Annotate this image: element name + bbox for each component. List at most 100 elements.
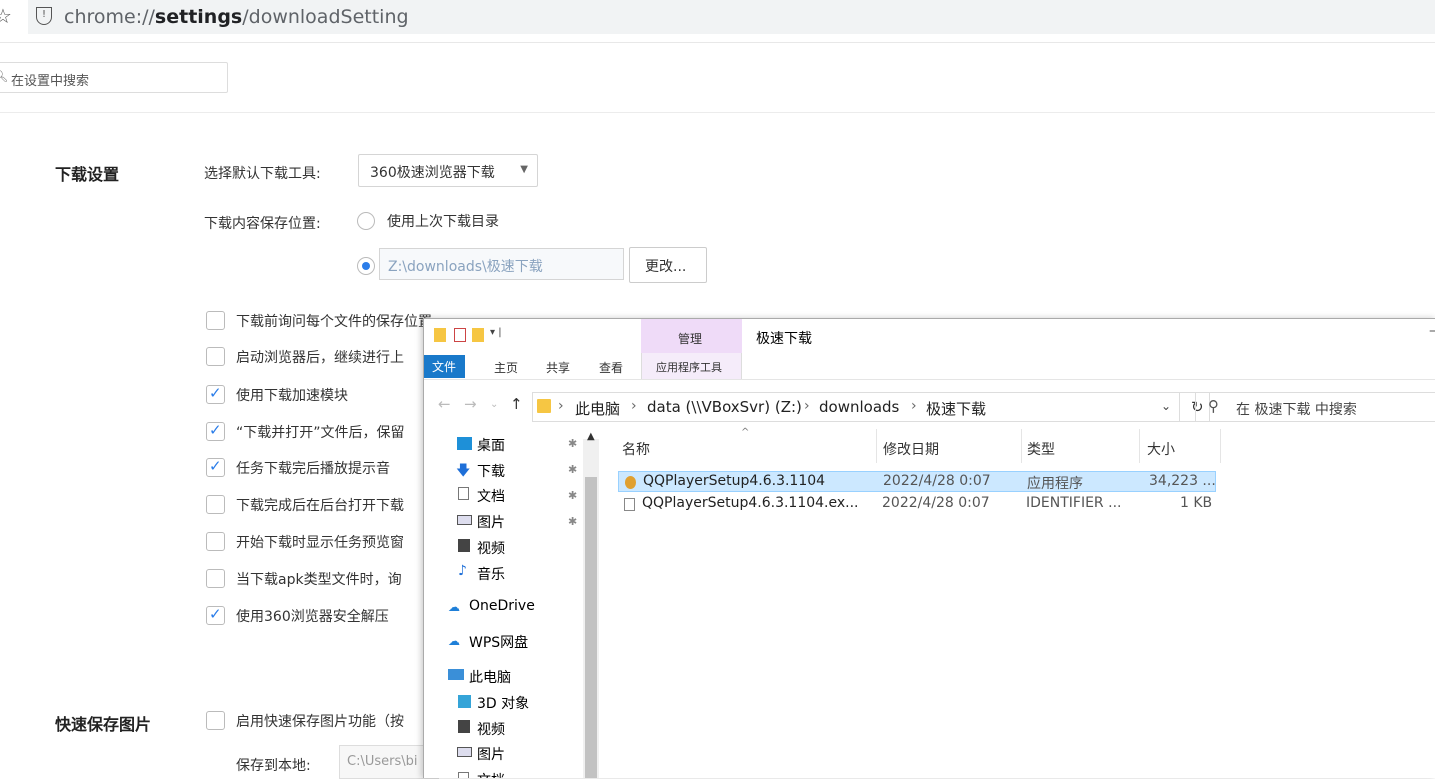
option-checkbox-resume[interactable]: [206, 347, 225, 366]
nav-item-downloads[interactable]: 下载: [477, 461, 505, 481]
column-header-type[interactable]: 类型: [1027, 439, 1055, 459]
option-checkbox-apk[interactable]: [206, 569, 225, 588]
custom-dir-radio[interactable]: [357, 257, 375, 275]
nav-item-music[interactable]: 音乐: [477, 564, 505, 584]
option-checkbox-safe-unzip[interactable]: [206, 605, 225, 625]
file-type: IDENTIFIER ...: [1026, 495, 1122, 511]
save-location-label: 下载内容保存位置:: [204, 216, 321, 232]
new-folder-icon[interactable]: [472, 328, 484, 342]
file-row[interactable]: QQPlayerSetup4.6.3.1104.ex... 2022/4/28 …: [618, 494, 1216, 515]
nav-item-3d-objects[interactable]: 3D 对象: [477, 693, 529, 713]
ribbon-tab-file-label: 文件: [432, 360, 457, 374]
column-header-name[interactable]: 名称: [622, 439, 650, 459]
chevron-right-icon[interactable]: ›: [911, 398, 917, 414]
url-host: settings: [154, 6, 243, 28]
nav-item-pictures-pc[interactable]: 图片: [477, 744, 505, 764]
chevron-right-icon[interactable]: ›: [804, 398, 810, 414]
pin-icon[interactable]: ✱: [568, 463, 577, 476]
column-divider[interactable]: [876, 429, 877, 463]
column-divider[interactable]: [1021, 429, 1022, 463]
properties-icon[interactable]: [454, 328, 466, 342]
manage-tab[interactable]: 管理: [641, 319, 742, 353]
default-tool-select[interactable]: 360极速浏览器下载 ▼: [358, 154, 538, 187]
pin-icon[interactable]: ✱: [568, 515, 577, 528]
chevron-down-icon[interactable]: ⌄: [1161, 399, 1171, 413]
nav-item-documents[interactable]: 文档: [477, 486, 505, 506]
quick-save-checkbox[interactable]: [206, 711, 225, 730]
option-label-resume: 启动浏览器后，继续进行上: [236, 350, 404, 366]
column-header-date[interactable]: 修改日期: [883, 439, 939, 459]
chevron-right-icon[interactable]: ›: [631, 398, 637, 414]
address-breadcrumb[interactable]: › 此电脑 › data (\\VBoxSvr) (Z:) › download…: [532, 392, 1180, 422]
quick-access-dropdown-icon[interactable]: ▾ |: [490, 327, 502, 338]
url-prefix: chrome://: [64, 6, 155, 28]
up-arrow-icon[interactable]: ↑: [510, 395, 523, 413]
quick-save-title: 快速保存图片: [55, 715, 152, 734]
app-tools-label: 应用程序工具: [656, 361, 722, 374]
ribbon-tab-home[interactable]: 主页: [494, 359, 518, 376]
ribbon-tab-view[interactable]: 查看: [599, 359, 623, 376]
column-header-size[interactable]: 大小: [1147, 439, 1175, 459]
option-checkbox-ask-location[interactable]: [206, 311, 225, 330]
file-date: 2022/4/28 0:07: [882, 495, 990, 511]
ribbon-bar: [424, 353, 1435, 380]
nav-item-this-pc[interactable]: 此电脑: [469, 667, 511, 687]
pin-icon[interactable]: ✱: [568, 489, 577, 502]
column-divider[interactable]: [1220, 429, 1221, 463]
breadcrumb-downloads[interactable]: downloads: [819, 398, 899, 416]
nav-scrollbar-thumb[interactable]: [585, 477, 597, 778]
save-local-label: 保存到本地:: [236, 758, 311, 774]
option-checkbox-open-background[interactable]: [206, 495, 225, 514]
site-info-icon[interactable]: !: [36, 7, 52, 25]
documents-icon: [458, 772, 469, 778]
forward-arrow-icon[interactable]: →: [464, 395, 477, 413]
explorer-titlebar[interactable]: ▾ | 管理 极速下载 –: [424, 319, 1435, 353]
download-settings-title: 下载设置: [55, 165, 120, 184]
bookmark-star-icon[interactable]: ☆: [0, 4, 12, 28]
option-label-apk: 当下载apk类型文件时，询: [236, 572, 402, 588]
qqplayer-app-icon: [625, 476, 636, 489]
url-text[interactable]: chrome://settings/downloadSetting: [64, 6, 409, 28]
desktop-icon: [457, 437, 472, 450]
back-arrow-icon[interactable]: ←: [438, 395, 451, 413]
manage-tab-label: 管理: [678, 332, 703, 346]
nav-item-pictures[interactable]: 图片: [477, 512, 505, 532]
nav-item-videos[interactable]: 视频: [477, 538, 505, 558]
videos-icon: [458, 539, 470, 552]
ribbon-tab-file[interactable]: 文件: [424, 355, 465, 378]
column-divider[interactable]: [1139, 429, 1140, 463]
nav-item-wps[interactable]: WPS网盘: [469, 632, 528, 652]
file-explorer-window[interactable]: ▾ | 管理 极速下载 – 文件 主页 共享 查看 应用程序工具 ← → ⌄ ↑…: [423, 318, 1435, 778]
breadcrumb-this-pc[interactable]: 此电脑: [575, 398, 620, 419]
wps-cloud-icon: ☁: [448, 634, 460, 648]
breadcrumb-drive[interactable]: data (\\VBoxSvr) (Z:): [647, 398, 802, 416]
generic-file-icon: [624, 498, 635, 511]
ribbon-tab-app-tools[interactable]: 应用程序工具: [641, 353, 742, 379]
file-size: 34,223 ...: [1149, 473, 1216, 489]
breadcrumb-current[interactable]: 极速下载: [926, 398, 986, 419]
3d-objects-icon: [458, 695, 471, 708]
file-row[interactable]: QQPlayerSetup4.6.3.1104 2022/4/28 0:07 应…: [618, 471, 1216, 492]
option-checkbox-accelerate[interactable]: [206, 384, 225, 404]
scroll-up-arrow-icon[interactable]: ▲: [587, 431, 595, 442]
chevron-right-icon[interactable]: ›: [558, 398, 564, 414]
option-label-sound: 任务下载完后播放提示音: [236, 461, 390, 477]
option-checkbox-keep-after-open[interactable]: [206, 421, 225, 441]
use-last-dir-radio[interactable]: [357, 212, 375, 230]
explorer-search-input[interactable]: ⚲ 在 极速下载 中搜索: [1195, 392, 1435, 422]
minimize-icon[interactable]: –: [1429, 323, 1435, 339]
nav-item-videos-pc[interactable]: 视频: [477, 719, 505, 739]
nav-item-desktop[interactable]: 桌面: [477, 435, 505, 455]
change-path-button[interactable]: 更改...: [629, 247, 707, 283]
pin-icon[interactable]: ✱: [568, 437, 577, 450]
nav-item-onedrive[interactable]: OneDrive: [469, 598, 535, 614]
settings-search-input[interactable]: 🔍︎ 在设置中搜索: [0, 62, 228, 93]
option-checkbox-preview[interactable]: [206, 532, 225, 551]
file-name: QQPlayerSetup4.6.3.1104: [643, 473, 826, 489]
recent-dropdown-icon[interactable]: ⌄: [490, 399, 498, 410]
save-local-value: C:\Users\bi: [347, 754, 418, 769]
ribbon-tab-share[interactable]: 共享: [546, 359, 570, 376]
option-checkbox-sound[interactable]: [206, 457, 225, 477]
documents-icon: [458, 487, 469, 500]
download-path-field[interactable]: Z:\downloads\极速下载: [379, 248, 624, 280]
